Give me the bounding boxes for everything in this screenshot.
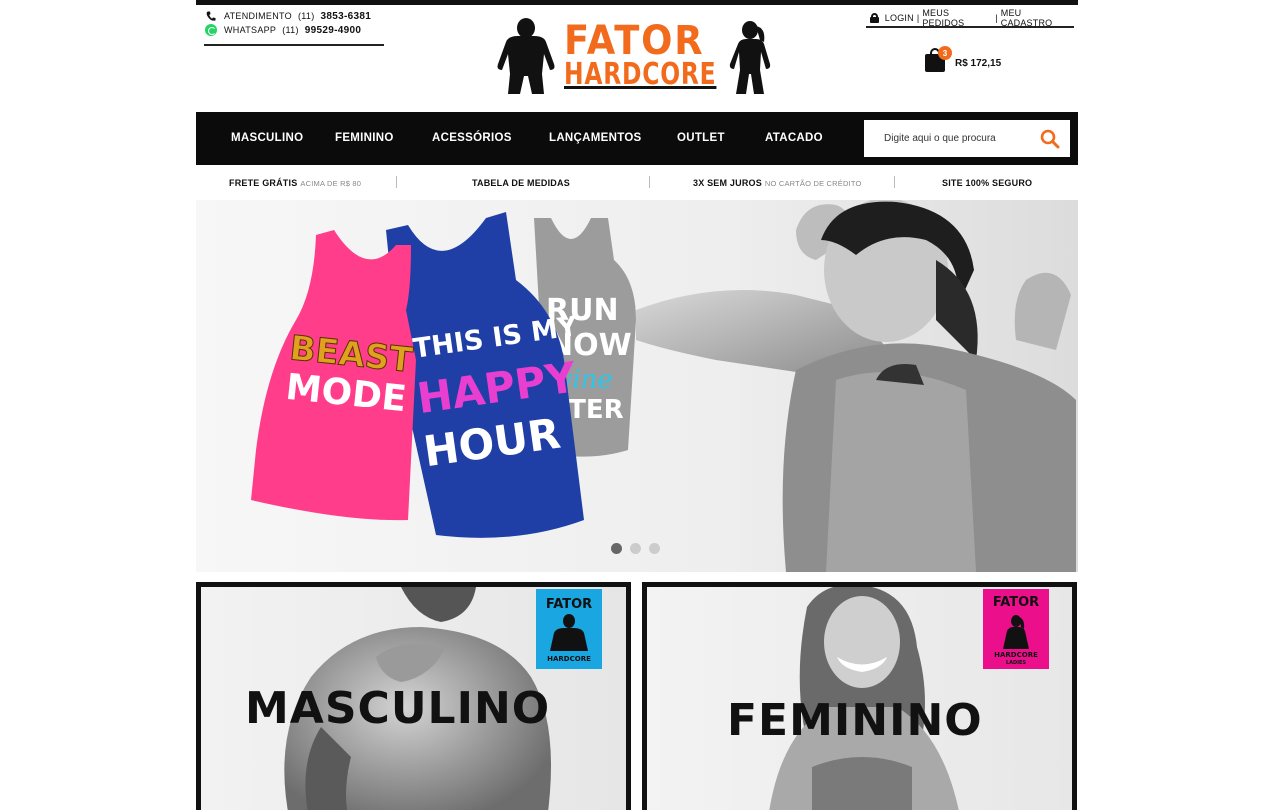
benefit-detail: ACIMA DE R$ 80 [300,179,362,188]
benefit-title: TABELA DE MEDIDAS [472,178,570,188]
nav-item-outlet[interactable]: OUTLET [677,112,725,165]
logo-line2: HARDCORE [564,57,717,92]
benefit-divider [649,176,650,188]
benefit-detail: NO CARTÃO DE CRÉDITO [764,179,862,188]
logo-line1: FATOR [564,18,705,64]
site-logo[interactable]: FATOR HARDCORE [488,14,780,96]
category-title: FEMININO [727,695,983,746]
hero-banner[interactable]: RUN NOW wine ATER THIS IS MY HAPPY HOUR … [196,200,1078,572]
benefit-installments: 3X SEM JUROS NO CARTÃO DE CRÉDITO [693,178,862,188]
category-title: MASCULINO [245,683,551,734]
nav-item-feminino[interactable]: FEMININO [335,112,394,165]
benefit-secure-site: SITE 100% SEGURO [942,178,1032,188]
benefit-divider [396,176,397,188]
phone-row: ATENDIMENTO (11) 3853-6381 [204,9,384,23]
nav-item-atacado[interactable]: ATACADO [765,112,823,165]
search-box [864,120,1070,157]
logo-wordmark: FATOR HARDCORE [564,18,759,92]
benefit-size-table[interactable]: TABELA DE MEDIDAS [472,178,570,188]
search-input[interactable] [864,120,1034,157]
whatsapp-label: WHATSAPP [224,25,277,35]
cart-count-badge: 3 [938,46,952,60]
category-masculino[interactable]: MASCULINO FATOR HARDCORE [196,582,631,810]
benefit-divider [894,176,895,188]
whatsapp-icon [204,24,218,36]
hero-image: RUN NOW wine ATER THIS IS MY HAPPY HOUR … [196,200,1078,572]
account-separator: | [916,12,920,23]
badge-bottom-text: HARDCORE [547,655,591,663]
category-badge: FATOR HARDCORE LADIES [983,589,1049,669]
carousel-dot-1[interactable] [611,543,622,554]
carousel-dots [611,543,660,554]
phone-number[interactable]: 3853-6381 [321,11,372,22]
badge-sub-text: LADIES [1005,660,1027,666]
whatsapp-number[interactable]: 99529-4900 [305,25,361,36]
phone-label: ATENDIMENTO [224,11,292,21]
nav-item-masculino[interactable]: MASCULINO [231,112,303,165]
whatsapp-row: WHATSAPP (11) 99529-4900 [204,23,384,37]
benefits-bar: FRETE GRÁTIS ACIMA DE R$ 80 TABELA DE MED… [196,172,1078,192]
contact-info: ATENDIMENTO (11) 3853-6381 WHATSAPP (11)… [204,9,384,46]
category-feminino[interactable]: FEMININO FATOR HARDCORE LADIES [642,582,1077,810]
phone-icon [204,10,218,22]
whatsapp-area: (11) [282,25,299,35]
badge-bottom-text: HARDCORE [994,651,1038,659]
my-account-link[interactable]: MEU CADASTRO [1001,8,1074,28]
benefit-title: FRETE GRÁTIS [229,178,298,188]
phone-area: (11) [297,11,315,21]
account-links: LOGIN | MEUS PEDIDOS | MEU CADASTRO [866,8,1074,28]
cart-button[interactable]: 3 R$ 172,15 [925,46,1015,74]
top-border [196,0,1078,5]
carousel-dot-3[interactable] [649,543,660,554]
my-orders-link[interactable]: MEUS PEDIDOS [922,8,992,28]
nav-item-acessorios[interactable]: ACESSÓRIOS [432,112,512,165]
benefit-free-shipping: FRETE GRÁTIS ACIMA DE R$ 80 [229,178,361,188]
cart-total: R$ 172,15 [955,58,1002,69]
lock-icon [870,12,879,23]
search-icon[interactable] [1040,129,1060,149]
login-link[interactable]: LOGIN [885,13,914,23]
category-badge: FATOR HARDCORE [536,589,602,669]
benefit-title: SITE 100% SEGURO [942,178,1033,188]
nav-item-lancamentos[interactable]: LANÇAMENTOS [549,112,642,165]
benefit-title: 3X SEM JUROS [693,178,762,188]
main-nav: MASCULINO FEMININO ACESSÓRIOS LANÇAMENTO… [196,112,1078,165]
account-separator: | [995,12,998,23]
carousel-dot-2[interactable] [630,543,641,554]
